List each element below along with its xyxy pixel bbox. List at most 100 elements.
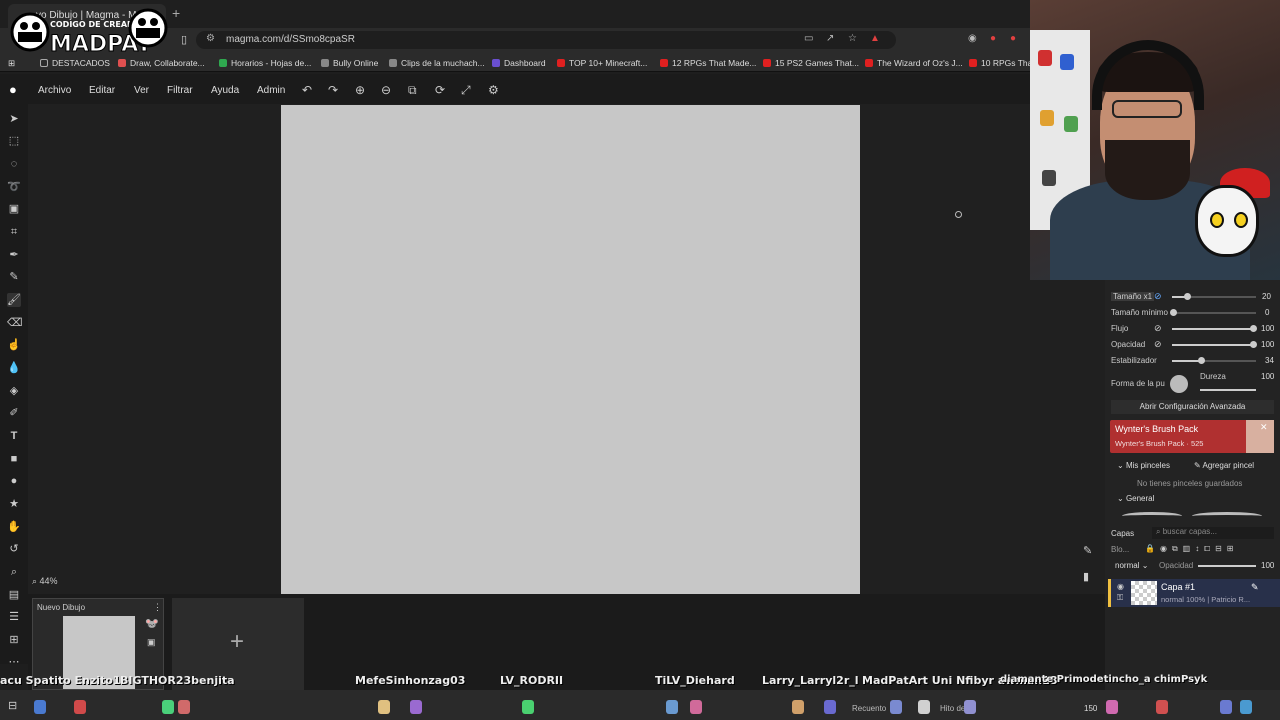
undo-icon[interactable]: ↶	[302, 83, 312, 97]
flow-pressure-icon[interactable]: ⊘	[1154, 323, 1162, 334]
bookmark-wizard[interactable]: The Wizard of Oz's J...	[865, 58, 963, 68]
hardness-slider[interactable]	[1200, 389, 1256, 391]
min-size-slider[interactable]	[1170, 309, 1256, 316]
add-brush-button[interactable]: ✎ Agregar pincel	[1194, 461, 1254, 470]
rotate-icon[interactable]: ⟳	[435, 83, 445, 97]
layer-edit-icon[interactable]: ✎	[1251, 582, 1259, 593]
settings-icon[interactable]: ⚙	[488, 83, 499, 97]
bookmark-horarios[interactable]: Horarios - Hojas de...	[219, 58, 311, 68]
group-icon[interactable]: ⊟	[1215, 544, 1227, 553]
add-icon[interactable]: ⊞	[7, 633, 21, 647]
close-icon[interactable]: ✕	[1260, 422, 1268, 433]
my-brushes-toggle[interactable]: ⌄ Mis pinceles	[1117, 461, 1170, 470]
pressure-toggle-icon[interactable]: ⊘	[1154, 291, 1162, 302]
bookmark-bully[interactable]: Bully Online	[321, 58, 378, 68]
extension-icon[interactable]: ▲	[870, 33, 880, 44]
lock-icon[interactable]: 🔒	[1145, 544, 1160, 553]
advanced-settings-button[interactable]: Abrir Configuración Avanzada	[1111, 400, 1274, 414]
brush-pack-banner[interactable]: Wynter's Brush Pack Wynter's Brush Pack …	[1110, 420, 1274, 453]
bookmark-10rpgs[interactable]: 10 RPGs That	[969, 58, 1035, 68]
flow-slider[interactable]	[1172, 325, 1257, 332]
pen-icon[interactable]: ✒	[7, 248, 21, 262]
fullscreen-icon[interactable]: ⤢	[461, 83, 471, 98]
delete-icon[interactable]: ▥	[1183, 544, 1196, 553]
blend-mode-select[interactable]: normal ⌄	[1115, 561, 1148, 570]
menu-icon[interactable]: ●	[1010, 33, 1016, 44]
bookmark-dashboard[interactable]: Dashboard	[492, 58, 546, 68]
smudge-icon[interactable]: ☝	[7, 338, 21, 352]
bookmark-icon[interactable]: ▯	[181, 33, 187, 46]
star-icon[interactable]: ★	[7, 497, 21, 511]
menu-ayuda[interactable]: Ayuda	[211, 85, 239, 96]
share-icon[interactable]: ↗	[826, 33, 834, 44]
zoom-out-icon[interactable]: ⊖	[381, 83, 391, 97]
slider-knob[interactable]	[1170, 309, 1177, 316]
brush-stroke-preview[interactable]	[1122, 512, 1182, 520]
new-tab-button[interactable]: +	[172, 5, 180, 21]
more-vert-icon[interactable]: ⋮	[153, 602, 162, 613]
visibility-icon[interactable]: ◉	[1160, 544, 1172, 553]
menu-filtrar[interactable]: Filtrar	[167, 85, 193, 96]
profile-icon[interactable]: ◉	[968, 33, 977, 44]
address-bar[interactable]: magma.com/d/SSmo8cpaSR ⚙	[196, 31, 896, 49]
menu-editar[interactable]: Editar	[89, 85, 115, 96]
fit-icon[interactable]: ⧉	[408, 83, 417, 98]
brush-icon[interactable]: 🖌	[7, 293, 21, 307]
fill-icon[interactable]: ◈	[7, 384, 21, 398]
ellipse-icon[interactable]: ●	[7, 474, 21, 488]
layer-opacity-slider[interactable]	[1198, 565, 1256, 567]
star-icon[interactable]: ☆	[848, 33, 857, 44]
zoom-tool-icon[interactable]: ⌕	[7, 565, 21, 579]
duplicate-icon[interactable]: ⧠	[1204, 544, 1215, 553]
bookmark-15ps2[interactable]: 15 PS2 Games That...	[763, 58, 859, 68]
general-toggle[interactable]: ⌄ General	[1117, 494, 1154, 503]
ellipse-select-icon[interactable]: ◌	[7, 157, 21, 171]
lasso-icon[interactable]: ➰	[7, 180, 21, 194]
crop-icon[interactable]: ⌗	[7, 225, 21, 239]
move-tool-icon[interactable]: ➤	[7, 112, 21, 126]
text-icon[interactable]: T	[7, 429, 21, 443]
merge-icon[interactable]: ⧉	[1172, 544, 1183, 553]
rotate-view-icon[interactable]: ↺	[7, 542, 21, 556]
opacity-pressure-icon[interactable]: ⊘	[1154, 339, 1162, 350]
menu-ver[interactable]: Ver	[134, 85, 149, 96]
brush-size-slider[interactable]	[1172, 293, 1256, 300]
slider-knob[interactable]	[1250, 341, 1257, 348]
apps-icon[interactable]: ⊞	[8, 58, 15, 69]
chat-icon[interactable]: ▤	[7, 588, 21, 602]
layer-search-input[interactable]: ⌕ buscar capas...	[1152, 527, 1274, 539]
bookmark-12rpgs[interactable]: 12 RPGs That Made...	[660, 58, 756, 68]
blur-icon[interactable]: 💧	[7, 361, 21, 375]
layer-row[interactable]: ◉ ⚿ Capa #1 normal 100% | Patricio R... …	[1108, 579, 1280, 607]
drawing-canvas[interactable]	[281, 105, 860, 594]
opacity-slider[interactable]	[1172, 341, 1257, 348]
add-layer-icon[interactable]: ⊞	[1227, 544, 1239, 553]
redo-icon[interactable]: ↷	[328, 83, 338, 97]
eraser-icon[interactable]: ⌫	[7, 316, 23, 330]
install-icon[interactable]: ▭	[804, 33, 813, 44]
hand-icon[interactable]: ✋	[7, 520, 21, 534]
pencil-icon[interactable]: ✎	[7, 270, 21, 284]
slider-knob[interactable]	[1250, 325, 1257, 332]
bookmark-top10[interactable]: TOP 10+ Minecraft...	[557, 58, 647, 68]
transform-icon[interactable]: ▣	[7, 202, 21, 216]
pen-pressure-icon[interactable]: ✎	[1083, 544, 1092, 557]
zoom-indicator[interactable]: ⌕ 44%	[32, 576, 58, 587]
zoom-in-icon[interactable]: ⊕	[355, 83, 365, 97]
visibility-icon[interactable]: ◉	[1117, 582, 1124, 591]
rect-select-icon[interactable]: ⬚	[7, 134, 21, 148]
taskbar-icon[interactable]: ⊟	[8, 699, 17, 712]
rectangle-icon[interactable]: ■	[7, 452, 21, 466]
menu-archivo[interactable]: Archivo	[38, 85, 71, 96]
brush-shape-preview[interactable]	[1170, 375, 1188, 393]
menu-admin[interactable]: Admin	[257, 85, 285, 96]
more-icon[interactable]: ⋯	[7, 655, 21, 669]
slider-knob[interactable]	[1184, 293, 1191, 300]
bookmark-draw[interactable]: Draw, Collaborate...	[118, 58, 205, 68]
lock-icon[interactable]: ⚿	[1117, 593, 1123, 603]
site-info-icon[interactable]: ⚙	[206, 33, 215, 44]
chat-bubble-icon[interactable]: ▮	[1083, 570, 1089, 583]
brush-stroke-preview[interactable]	[1192, 512, 1262, 520]
stabilizer-slider[interactable]	[1172, 357, 1256, 364]
extension-icon-2[interactable]: ●	[990, 33, 996, 44]
